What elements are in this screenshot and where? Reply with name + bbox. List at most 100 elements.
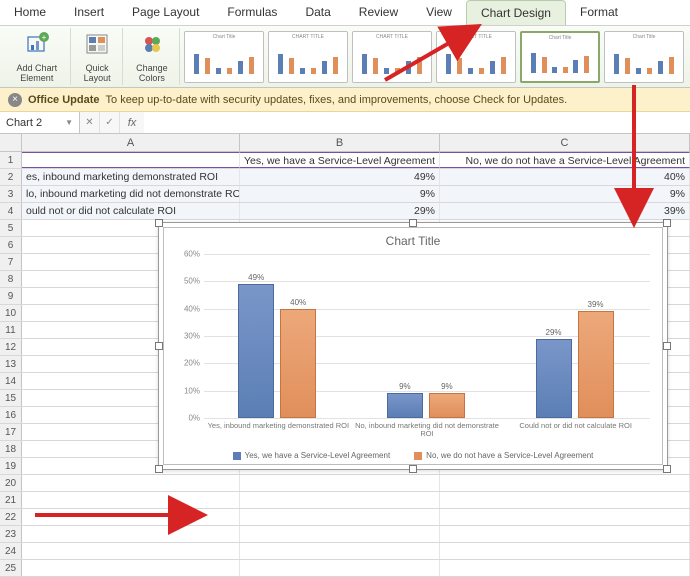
cell-c1[interactable]: No, we do not have a Service-Level Agree… bbox=[440, 152, 690, 168]
tab-page-layout[interactable]: Page Layout bbox=[118, 0, 213, 25]
row-header-22[interactable]: 22 bbox=[0, 509, 22, 525]
cell-c22[interactable] bbox=[440, 509, 690, 525]
fx-label[interactable]: fx bbox=[120, 112, 144, 133]
formula-input[interactable] bbox=[144, 112, 690, 133]
tab-insert[interactable]: Insert bbox=[60, 0, 118, 25]
tab-chart-design[interactable]: Chart Design bbox=[466, 0, 566, 25]
tab-view[interactable]: View bbox=[412, 0, 466, 25]
cell-c4[interactable]: 39% bbox=[440, 203, 690, 219]
cell-b25[interactable] bbox=[240, 560, 440, 576]
bar-2-0[interactable]: 29% bbox=[536, 339, 572, 418]
row-header-7[interactable]: 7 bbox=[0, 254, 22, 270]
row-header-16[interactable]: 16 bbox=[0, 407, 22, 423]
row-header-3[interactable]: 3 bbox=[0, 186, 22, 202]
row-header-18[interactable]: 18 bbox=[0, 441, 22, 457]
cell-a1[interactable] bbox=[22, 152, 240, 168]
row-header-14[interactable]: 14 bbox=[0, 373, 22, 389]
cell-c23[interactable] bbox=[440, 526, 690, 542]
row-header-20[interactable]: 20 bbox=[0, 475, 22, 491]
row-header-11[interactable]: 11 bbox=[0, 322, 22, 338]
chart-style-thumb-4[interactable]: CHART TITLE bbox=[436, 31, 516, 83]
chart-style-thumb-3[interactable]: CHART TITLE bbox=[352, 31, 432, 83]
cell-b23[interactable] bbox=[240, 526, 440, 542]
cell-a22[interactable] bbox=[22, 509, 240, 525]
chart-style-thumb-6[interactable]: Chart Title bbox=[604, 31, 684, 83]
cell-b22[interactable] bbox=[240, 509, 440, 525]
chart-style-thumb-5[interactable]: Chart Title bbox=[520, 31, 600, 83]
row-header-6[interactable]: 6 bbox=[0, 237, 22, 253]
chart-plot-area[interactable]: 0%10%20%30%40%50%60%49%40%Yes, inbound m… bbox=[204, 254, 650, 418]
row-header-1[interactable]: 1 bbox=[0, 152, 22, 168]
row-header-12[interactable]: 12 bbox=[0, 339, 22, 355]
cell-b4[interactable]: 29% bbox=[240, 203, 440, 219]
col-header-a[interactable]: A bbox=[22, 134, 240, 151]
row-header-8[interactable]: 8 bbox=[0, 271, 22, 287]
chart-style-thumb-2[interactable]: CHART TITLE bbox=[268, 31, 348, 83]
cell-b21[interactable] bbox=[240, 492, 440, 508]
row-header-24[interactable]: 24 bbox=[0, 543, 22, 559]
cell-b1[interactable]: Yes, we have a Service-Level Agreement bbox=[240, 152, 440, 168]
cancel-formula-icon[interactable]: ✕ bbox=[80, 112, 100, 133]
row-header-9[interactable]: 9 bbox=[0, 288, 22, 304]
select-all-corner[interactable] bbox=[0, 134, 22, 151]
cell-c24[interactable] bbox=[440, 543, 690, 559]
cell-b24[interactable] bbox=[240, 543, 440, 559]
chart-title[interactable]: Chart Title bbox=[164, 228, 662, 250]
bar-1-0[interactable]: 9% bbox=[387, 393, 423, 418]
tab-home[interactable]: Home bbox=[0, 0, 60, 25]
tab-data[interactable]: Data bbox=[291, 0, 344, 25]
cell-a3[interactable]: lo, inbound marketing did not demonstrat… bbox=[22, 186, 240, 202]
col-header-c[interactable]: C bbox=[440, 134, 690, 151]
cell-a21[interactable] bbox=[22, 492, 240, 508]
row-header-4[interactable]: 4 bbox=[0, 203, 22, 219]
row-header-5[interactable]: 5 bbox=[0, 220, 22, 236]
row-21: 21 bbox=[0, 492, 690, 509]
cell-a4[interactable]: ould not or did not calculate ROI bbox=[22, 203, 240, 219]
quick-layout-button[interactable]: Quick Layout bbox=[73, 28, 123, 85]
row-23: 23 bbox=[0, 526, 690, 543]
add-chart-element-button[interactable]: + Add Chart Element bbox=[4, 28, 71, 85]
row-header-23[interactable]: 23 bbox=[0, 526, 22, 542]
cell-a20[interactable] bbox=[22, 475, 240, 491]
chevron-down-icon[interactable]: ▼ bbox=[65, 118, 73, 127]
cell-b20[interactable] bbox=[240, 475, 440, 491]
cell-a24[interactable] bbox=[22, 543, 240, 559]
chart-style-thumb-1[interactable]: Chart Title bbox=[184, 31, 264, 83]
cell-c2[interactable]: 40% bbox=[440, 169, 690, 185]
tab-review[interactable]: Review bbox=[345, 0, 412, 25]
tab-format[interactable]: Format bbox=[566, 0, 632, 25]
col-header-b[interactable]: B bbox=[240, 134, 440, 151]
cell-a25[interactable] bbox=[22, 560, 240, 576]
row-header-13[interactable]: 13 bbox=[0, 356, 22, 372]
bar-0-0[interactable]: 49% bbox=[238, 284, 274, 418]
column-headers: A B C bbox=[0, 134, 690, 152]
worksheet[interactable]: A B C 1 Yes, we have a Service-Level Agre… bbox=[0, 134, 690, 577]
row-header-15[interactable]: 15 bbox=[0, 390, 22, 406]
row-header-25[interactable]: 25 bbox=[0, 560, 22, 576]
x-category-2: Could not or did not calculate ROI bbox=[501, 418, 650, 430]
embedded-chart[interactable]: Chart Title 0%10%20%30%40%50%60%49%40%Ye… bbox=[158, 222, 668, 470]
change-colors-button[interactable]: Change Colors bbox=[125, 28, 180, 85]
bar-1-1[interactable]: 9% bbox=[429, 393, 465, 418]
cell-b3[interactable]: 9% bbox=[240, 186, 440, 202]
cell-c20[interactable] bbox=[440, 475, 690, 491]
cell-c21[interactable] bbox=[440, 492, 690, 508]
row-header-2[interactable]: 2 bbox=[0, 169, 22, 185]
close-icon[interactable]: × bbox=[8, 93, 22, 107]
name-box[interactable]: Chart 2 ▼ bbox=[0, 112, 80, 133]
row-header-21[interactable]: 21 bbox=[0, 492, 22, 508]
row-header-17[interactable]: 17 bbox=[0, 424, 22, 440]
cell-b2[interactable]: 49% bbox=[240, 169, 440, 185]
accept-formula-icon[interactable]: ✓ bbox=[100, 112, 120, 133]
bar-0-1[interactable]: 40% bbox=[280, 309, 316, 418]
tab-formulas[interactable]: Formulas bbox=[213, 0, 291, 25]
chart-legend[interactable]: Yes, we have a Service-Level Agreement N… bbox=[164, 451, 662, 460]
row-header-10[interactable]: 10 bbox=[0, 305, 22, 321]
cell-c3[interactable]: 9% bbox=[440, 186, 690, 202]
row-header-19[interactable]: 19 bbox=[0, 458, 22, 474]
row-20: 20 bbox=[0, 475, 690, 492]
cell-a2[interactable]: es, inbound marketing demonstrated ROI bbox=[22, 169, 240, 185]
cell-a23[interactable] bbox=[22, 526, 240, 542]
bar-2-1[interactable]: 39% bbox=[578, 311, 614, 418]
cell-c25[interactable] bbox=[440, 560, 690, 576]
